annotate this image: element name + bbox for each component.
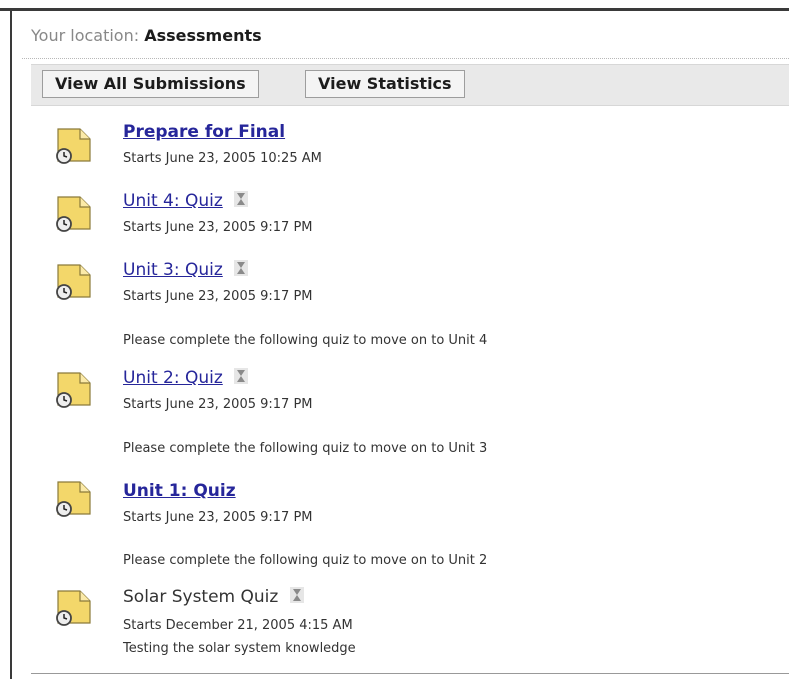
hourglass-icon <box>289 587 304 603</box>
assessment-file-icon <box>56 264 91 300</box>
hourglass-icon <box>234 368 249 384</box>
assessment-description: Testing the solar system knowledge <box>123 641 356 656</box>
assessment-title: Solar System Quiz <box>123 587 279 607</box>
assessment-file-icon <box>56 372 91 408</box>
assessment-file-icon <box>56 590 91 626</box>
assessment-start-date: Starts June 23, 2005 9:17 PM <box>123 397 313 412</box>
breadcrumb-location: Assessments <box>144 26 262 45</box>
assessment-file-icon <box>56 481 91 517</box>
assessment-file-icon <box>56 128 91 164</box>
assessment-start-date: Starts June 23, 2005 9:17 PM <box>123 510 313 525</box>
assessment-file-icon <box>56 196 91 232</box>
assessment-title-link[interactable]: Prepare for Final <box>123 122 285 142</box>
breadcrumb: Your location: Assessments <box>31 26 262 45</box>
view-all-submissions-button[interactable]: View All Submissions <box>42 70 259 98</box>
assessment-start-date: Starts June 23, 2005 10:25 AM <box>123 151 322 166</box>
assessment-title-link[interactable]: Unit 2: Quiz <box>123 368 223 388</box>
hourglass-icon <box>234 191 249 207</box>
view-statistics-button[interactable]: View Statistics <box>305 70 465 98</box>
assessment-note: Please complete the following quiz to mo… <box>123 333 488 348</box>
assessment-title-link[interactable]: Unit 4: Quiz <box>123 191 223 211</box>
divider <box>22 58 789 59</box>
assessment-note: Please complete the following quiz to mo… <box>123 441 488 456</box>
assessment-start-date: Starts June 23, 2005 9:17 PM <box>123 289 313 304</box>
assessment-start-date: Starts June 23, 2005 9:17 PM <box>123 220 313 235</box>
breadcrumb-label: Your location: <box>31 26 140 45</box>
bottom-divider <box>31 673 789 674</box>
left-border <box>10 11 12 679</box>
assessment-start-date: Starts December 21, 2005 4:15 AM <box>123 618 353 633</box>
assessment-note: Please complete the following quiz to mo… <box>123 553 488 568</box>
hourglass-icon <box>234 260 249 276</box>
top-border <box>0 8 789 11</box>
assessment-title-link[interactable]: Unit 3: Quiz <box>123 260 223 280</box>
assessment-title-link[interactable]: Unit 1: Quiz <box>123 481 236 501</box>
action-toolbar: View All Submissions View Statistics <box>31 64 789 106</box>
